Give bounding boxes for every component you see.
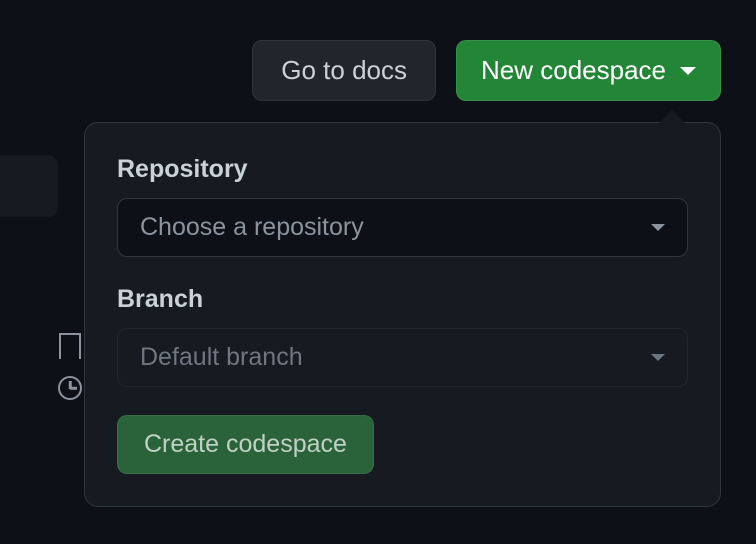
- branch-select: Default branch: [117, 328, 688, 387]
- branch-select-placeholder: Default branch: [140, 343, 303, 372]
- repository-select-placeholder: Choose a repository: [140, 213, 364, 242]
- repository-field-group: Repository Choose a repository: [117, 155, 688, 257]
- repository-select[interactable]: Choose a repository: [117, 198, 688, 257]
- new-codespace-button[interactable]: New codespace: [456, 40, 721, 101]
- header-actions: Go to docs New codespace: [252, 40, 721, 101]
- branch-field-group: Branch Default branch: [117, 285, 688, 387]
- new-codespace-label: New codespace: [481, 55, 666, 86]
- popover-arrow: [658, 110, 686, 124]
- branch-label: Branch: [117, 285, 688, 314]
- new-codespace-popover: Repository Choose a repository Branch De…: [84, 122, 721, 507]
- caret-down-icon: [680, 67, 696, 75]
- caret-down-icon: [651, 224, 665, 231]
- create-codespace-button[interactable]: Create codespace: [117, 415, 374, 474]
- bookmark-icon[interactable]: [55, 331, 85, 361]
- sidebar-active-item-edge: [0, 155, 58, 217]
- sidebar-fragment: [0, 155, 58, 475]
- repository-label: Repository: [117, 155, 688, 184]
- go-to-docs-button[interactable]: Go to docs: [252, 40, 436, 101]
- clock-icon[interactable]: [55, 373, 85, 403]
- caret-down-icon: [651, 354, 665, 361]
